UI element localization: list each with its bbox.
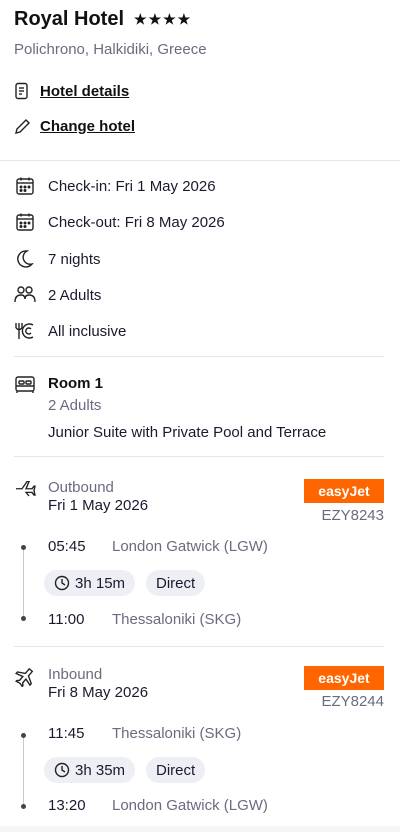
- section-divider: [14, 356, 384, 357]
- change-hotel-link[interactable]: Change hotel: [14, 117, 135, 135]
- people-icon: [14, 284, 36, 306]
- section-divider: [14, 456, 384, 457]
- outbound-depart-airport: London Gatwick (LGW): [112, 538, 268, 555]
- section-divider: [14, 646, 384, 647]
- hotel-location: Polichrono, Halkidiki, Greece: [14, 41, 207, 58]
- timeline-dot: [21, 616, 26, 621]
- inbound-depart-airport: Thessaloniki (SKG): [112, 725, 242, 742]
- stops-text: Direct: [156, 574, 196, 592]
- outbound-label: Outbound: [48, 479, 114, 496]
- guests-text: 2 Adults: [48, 286, 102, 304]
- outbound-arrive-airport: Thessaloniki (SKG): [112, 611, 242, 628]
- airline-logo: easyJet: [304, 666, 384, 690]
- calendar-icon: [14, 211, 36, 233]
- change-hotel-label[interactable]: Change hotel: [40, 118, 135, 135]
- guests-row: 2 Adults: [14, 284, 101, 306]
- check-in-row: Check-in: Fri 1 May 2026: [14, 175, 216, 197]
- clock-icon: [54, 762, 70, 778]
- timeline-dot: [21, 545, 26, 550]
- cutlery-icon: [14, 320, 36, 342]
- stops-chip: Direct: [146, 570, 206, 596]
- stops-text: Direct: [156, 761, 196, 779]
- bottom-edge: [0, 826, 400, 832]
- hotel-details-label[interactable]: Hotel details: [40, 83, 129, 100]
- duration-chip: 3h 15m: [44, 570, 136, 596]
- airline-logo: easyJet: [304, 479, 384, 503]
- bed-icon: [14, 375, 36, 397]
- duration-text: 3h 15m: [75, 574, 126, 592]
- outbound-depart-time: 05:45: [48, 538, 86, 555]
- outbound-arrive-time: 11:00: [48, 611, 85, 628]
- inbound-flight-number: EZY8244: [321, 693, 384, 710]
- hotel-name: Royal Hotel: [14, 8, 125, 30]
- clock-icon: [54, 575, 70, 591]
- inbound-depart-time: 11:45: [48, 725, 85, 742]
- plane-landing-icon: [14, 667, 36, 692]
- duration-text: 3h 35m: [75, 761, 126, 779]
- check-in-text: Check-in: Fri 1 May 2026: [48, 177, 216, 195]
- board-row: All inclusive: [14, 320, 126, 342]
- check-out-row: Check-out: Fri 8 May 2026: [14, 211, 225, 233]
- document-icon: [15, 82, 28, 100]
- inbound-arrive-time: 13:20: [48, 797, 86, 814]
- pencil-icon: [15, 119, 30, 134]
- star-rating: ★★★★: [134, 11, 193, 27]
- stops-chip: Direct: [146, 757, 206, 783]
- timeline-line: [23, 736, 24, 806]
- moon-icon: [14, 248, 36, 270]
- room-type: Junior Suite with Private Pool and Terra…: [48, 424, 327, 441]
- inbound-date: Fri 8 May 2026: [48, 684, 149, 701]
- hotel-title: Royal Hotel ★★★★: [14, 8, 192, 31]
- check-out-text: Check-out: Fri 8 May 2026: [48, 213, 225, 231]
- calendar-icon: [14, 175, 36, 197]
- duration-chip: 3h 35m: [44, 757, 136, 783]
- nights-text: 7 nights: [48, 250, 101, 268]
- timeline-line: [23, 548, 24, 618]
- room-title: Room 1: [48, 375, 104, 392]
- timeline-dot: [21, 804, 26, 809]
- room-guests: 2 Adults: [48, 397, 102, 414]
- section-divider: [0, 160, 400, 161]
- timeline-dot: [21, 733, 26, 738]
- inbound-label: Inbound: [48, 666, 103, 683]
- board-text: All inclusive: [48, 322, 127, 340]
- outbound-flight-number: EZY8243: [321, 507, 384, 524]
- nights-row: 7 nights: [14, 248, 101, 270]
- plane-takeoff-icon: [14, 480, 36, 505]
- hotel-details-link[interactable]: Hotel details: [14, 82, 129, 100]
- outbound-date: Fri 1 May 2026: [48, 497, 149, 514]
- inbound-arrive-airport: London Gatwick (LGW): [112, 797, 268, 814]
